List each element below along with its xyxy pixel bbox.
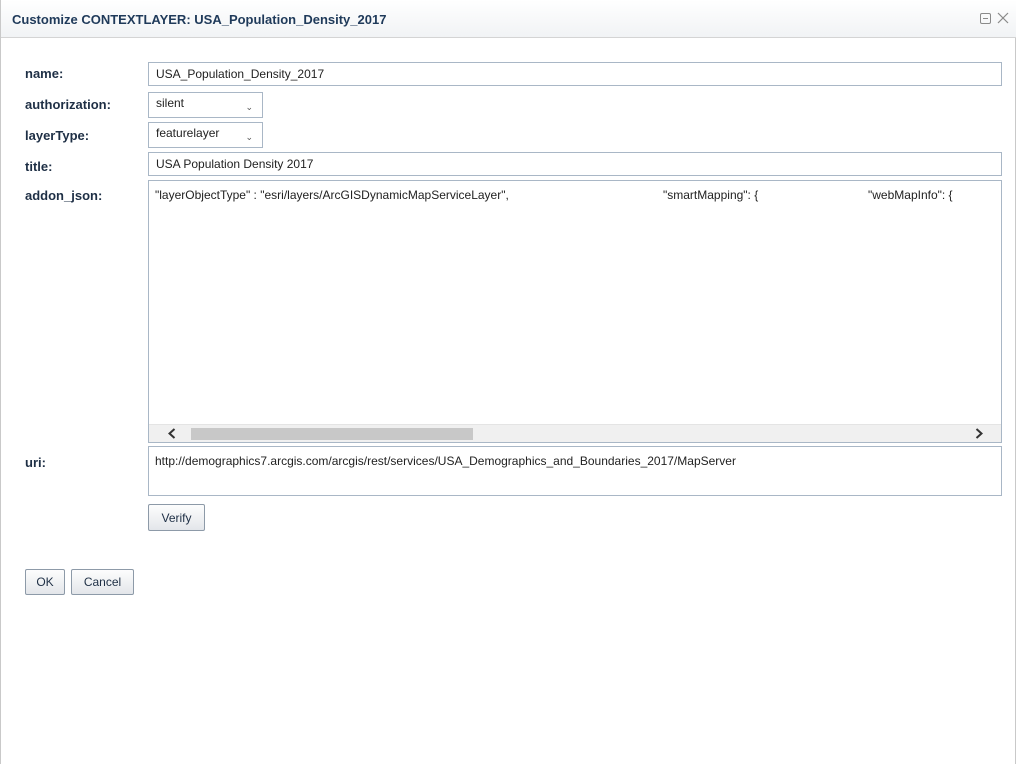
addon-json-label: addon_json: bbox=[25, 188, 103, 203]
title-input[interactable] bbox=[148, 152, 1002, 176]
layertype-selected-value: featurelayer bbox=[156, 126, 220, 140]
dialog-title: Customize CONTEXTLAYER: USA_Population_D… bbox=[12, 12, 387, 27]
uri-value: http://demographics7.arcgis.com/arcgis/r… bbox=[155, 454, 736, 468]
authorization-selected-value: silent bbox=[156, 96, 185, 110]
json-chunk-layer-object-type: "layerObjectType" : "esri/layers/ArcGISD… bbox=[155, 188, 509, 202]
scroll-left-icon[interactable] bbox=[163, 426, 180, 441]
addon-json-content: "layerObjectType" : "esri/layers/ArcGISD… bbox=[155, 188, 953, 258]
scrollbar-thumb[interactable] bbox=[191, 428, 473, 440]
name-input[interactable] bbox=[148, 62, 1002, 86]
cancel-button[interactable]: Cancel bbox=[71, 569, 134, 595]
uri-label: uri: bbox=[25, 455, 46, 470]
json-chunk-smart-mapping: "smartMapping": { bbox=[663, 188, 759, 202]
layertype-label: layerType: bbox=[25, 128, 90, 143]
verify-button[interactable]: Verify bbox=[148, 504, 205, 531]
name-label: name: bbox=[25, 66, 64, 81]
chevron-down-icon: ⌄ bbox=[245, 132, 253, 142]
title-label: title: bbox=[25, 159, 53, 174]
customize-contextlayer-dialog: Customize CONTEXTLAYER: USA_Population_D… bbox=[0, 0, 1016, 764]
authorization-label: authorization: bbox=[25, 97, 111, 112]
scroll-right-icon[interactable] bbox=[970, 426, 987, 441]
ok-button[interactable]: OK bbox=[25, 569, 65, 595]
json-chunk-web-map-info: "webMapInfo": { bbox=[868, 188, 953, 202]
horizontal-scrollbar[interactable] bbox=[149, 424, 1001, 442]
uri-textarea[interactable]: http://demographics7.arcgis.com/arcgis/r… bbox=[148, 446, 1002, 496]
chevron-down-icon: ⌄ bbox=[245, 102, 253, 112]
dialog-titlebar: Customize CONTEXTLAYER: USA_Population_D… bbox=[1, 0, 1016, 38]
authorization-select[interactable]: silent ⌄ bbox=[148, 92, 263, 118]
layertype-select[interactable]: featurelayer ⌄ bbox=[148, 122, 263, 148]
addon-json-textarea[interactable]: "layerObjectType" : "esri/layers/ArcGISD… bbox=[148, 180, 1002, 443]
window-restore-icon[interactable] bbox=[976, 9, 994, 27]
close-icon[interactable] bbox=[994, 9, 1012, 27]
